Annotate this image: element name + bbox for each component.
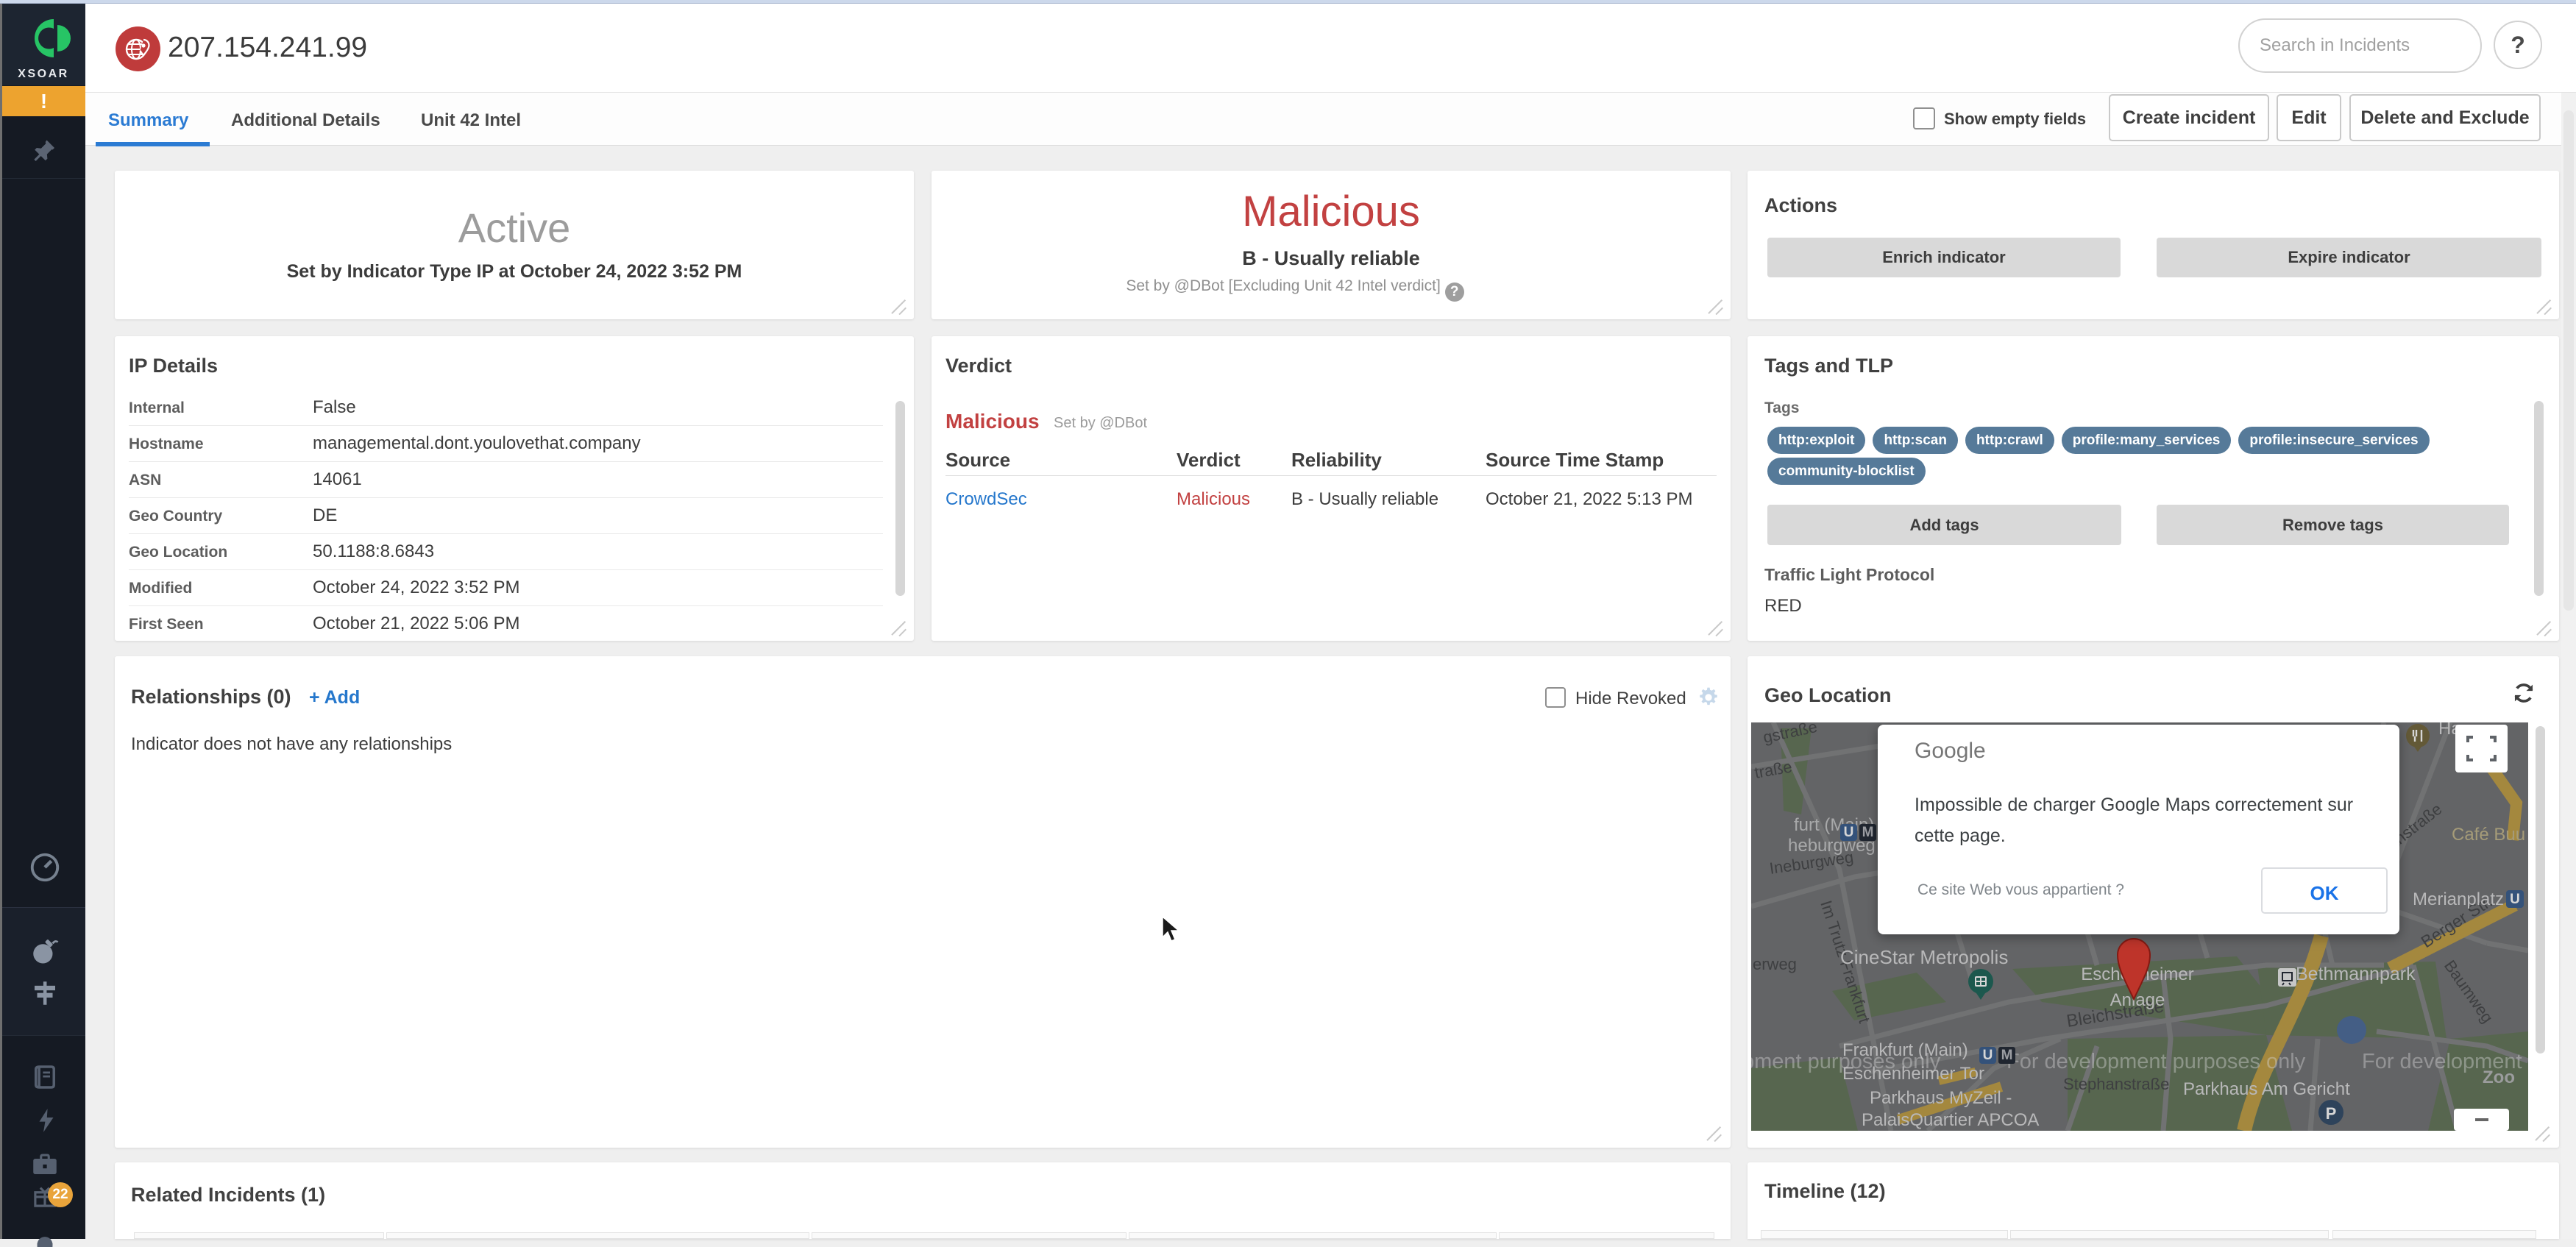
svg-text:XSOAR: XSOAR bbox=[18, 68, 68, 80]
svg-text:Google: Google bbox=[1915, 739, 1986, 763]
svg-text:cette page.: cette page. bbox=[1915, 825, 2006, 846]
svg-text:Ce site Web vous appartient ?: Ce site Web vous appartient ? bbox=[1917, 881, 2124, 898]
svg-text:OK: OK bbox=[2310, 882, 2339, 904]
svg-text:Impossible de charger Google M: Impossible de charger Google Maps correc… bbox=[1915, 795, 2353, 815]
